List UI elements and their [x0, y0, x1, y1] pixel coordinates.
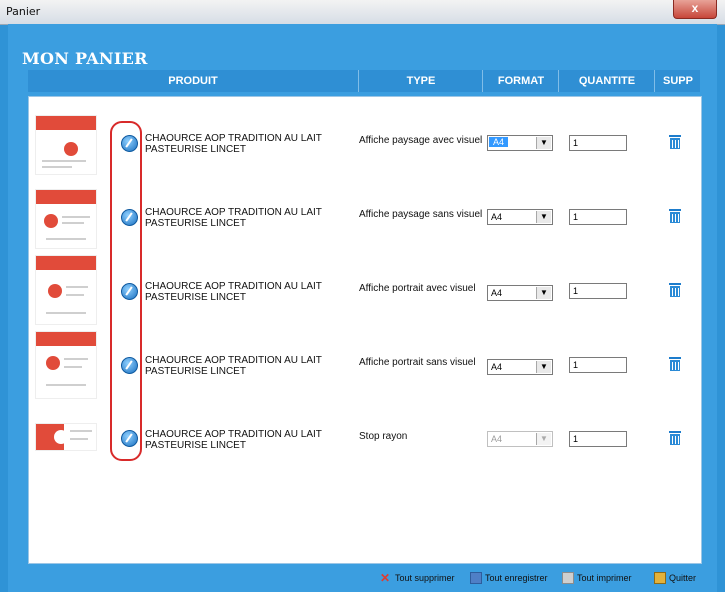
quit-label: Quitter — [669, 573, 697, 583]
chevron-down-icon: ▼ — [536, 361, 551, 373]
col-produit: PRODUIT — [168, 75, 218, 87]
format-value: A4 — [491, 362, 503, 372]
save-all-button[interactable]: Tout enregistrer — [470, 572, 548, 584]
format-select[interactable]: A4 ▼ — [487, 285, 553, 301]
product-type: Stop rayon — [359, 431, 408, 442]
trash-icon[interactable] — [669, 357, 681, 371]
trash-icon[interactable] — [669, 209, 681, 223]
close-button[interactable]: x — [673, 0, 717, 19]
format-select[interactable]: A4 ▼ — [487, 359, 553, 375]
col-supp: SUPP — [654, 70, 701, 92]
table-header: PRODUIT TYPE FORMAT QUANTITE SUPP — [28, 70, 700, 92]
trash-icon[interactable] — [669, 283, 681, 297]
format-value: A4 — [489, 137, 509, 147]
product-type: Affiche paysage avec visuel — [359, 135, 483, 146]
quantity-field[interactable]: 1 — [569, 431, 627, 447]
product-name: CHAOURCE AOP TRADITION AU LAIT PASTEURIS… — [145, 429, 322, 451]
quantity-field[interactable]: 1 — [569, 135, 627, 151]
quantity-field[interactable]: 1 — [569, 357, 627, 373]
trash-icon[interactable] — [669, 135, 681, 149]
save-icon — [470, 572, 482, 584]
close-icon: x — [691, 1, 699, 15]
chevron-down-icon: ▼ — [536, 287, 551, 299]
page-title: MON PANIER — [22, 49, 148, 68]
chevron-down-icon: ▼ — [536, 433, 551, 445]
product-thumbnail — [35, 331, 97, 399]
chevron-down-icon: ▼ — [536, 137, 551, 149]
window-title: Panier — [6, 5, 41, 18]
save-all-label: Tout enregistrer — [485, 573, 548, 583]
quantity-field[interactable]: 1 — [569, 283, 627, 299]
delete-all-label: Tout supprimer — [395, 573, 455, 583]
format-value: A4 — [491, 434, 503, 444]
product-thumbnail — [35, 255, 97, 325]
product-name: CHAOURCE AOP TRADITION AU LAIT PASTEURIS… — [145, 355, 322, 377]
exit-icon — [654, 572, 666, 584]
quit-button[interactable]: Quitter — [654, 572, 696, 584]
product-thumbnail — [35, 189, 97, 249]
quantity-field[interactable]: 1 — [569, 209, 627, 225]
x-icon: ✕ — [380, 571, 391, 585]
product-name: CHAOURCE AOP TRADITION AU LAIT PASTEURIS… — [145, 133, 322, 155]
product-name: CHAOURCE AOP TRADITION AU LAIT PASTEURIS… — [145, 207, 322, 229]
edit-column-highlight — [110, 121, 142, 461]
delete-all-button[interactable]: ✕ Tout supprimer — [380, 572, 455, 584]
title-bar: Panier x — [0, 0, 725, 25]
product-type: Affiche portrait avec visuel — [359, 283, 476, 294]
print-all-label: Tout imprimer — [577, 573, 632, 583]
chevron-down-icon: ▼ — [536, 211, 551, 223]
product-type: Affiche paysage sans visuel — [359, 209, 483, 220]
format-value: A4 — [491, 212, 503, 222]
col-type: TYPE — [358, 70, 483, 92]
print-all-button[interactable]: Tout imprimer — [562, 572, 632, 584]
format-select[interactable]: A4 ▼ — [487, 135, 553, 151]
product-type: Affiche portrait sans visuel — [359, 357, 476, 368]
format-select[interactable]: A4 ▼ — [487, 209, 553, 225]
printer-icon — [562, 572, 574, 584]
format-value: A4 — [491, 288, 503, 298]
product-name: CHAOURCE AOP TRADITION AU LAIT PASTEURIS… — [145, 281, 322, 303]
col-format: FORMAT — [482, 70, 559, 92]
trash-icon[interactable] — [669, 431, 681, 445]
footer-toolbar: ✕ Tout supprimer Tout enregistrer Tout i… — [0, 566, 709, 590]
format-select: A4 ▼ — [487, 431, 553, 447]
product-thumbnail — [35, 423, 97, 451]
col-quantite: QUANTITE — [558, 70, 655, 92]
product-thumbnail — [35, 115, 97, 175]
panier-window: Panier x MON PANIER PRODUIT TYPE FORMAT … — [0, 0, 725, 592]
